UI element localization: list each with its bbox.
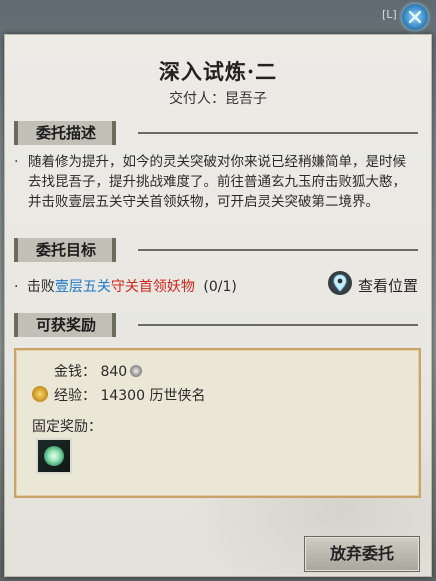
quest-giver: 交付人：昆吾子 xyxy=(169,91,267,107)
quest-title: 深入试炼·二 xyxy=(158,59,278,84)
reward-box: 金钱： 840 经验： 14300 历世侠名 固定奖励： xyxy=(14,348,421,498)
view-location-label: 查看位置 xyxy=(358,277,419,295)
exp-label: 经验： xyxy=(54,388,96,404)
section-description: 委托描述 xyxy=(14,121,418,145)
target-location-link[interactable]: 壹层五关 xyxy=(55,279,111,295)
money-row: 金钱： 840 xyxy=(54,361,143,381)
exp-value: 14300 历世侠名 xyxy=(100,388,206,404)
target-objective: · 击败壹层五关守关首领妖物 (0/1) xyxy=(14,276,237,296)
description-text: 随着修为提升，如今的灵关突破对你来说已经稍嫌简单，是时候去找昆吾子，提升挑战难度… xyxy=(28,154,406,210)
map-pin-icon xyxy=(328,271,352,295)
exp-row: 经验： 14300 历世侠名 xyxy=(54,385,205,405)
experience-icon xyxy=(32,386,48,402)
divider xyxy=(138,249,418,251)
bullet: · xyxy=(14,279,19,295)
divider xyxy=(138,324,418,326)
section-target-title: 委托目标 xyxy=(14,238,117,262)
target-progress: (0/1) xyxy=(203,279,237,295)
section-target: 委托目标 xyxy=(14,238,418,262)
money-label: 金钱： xyxy=(54,364,96,380)
close-icon[interactable] xyxy=(402,4,428,30)
silver-coin-icon xyxy=(130,365,143,377)
hotkey-label: [L] xyxy=(382,8,397,21)
bullet: · xyxy=(14,154,19,170)
fixed-reward-label: 固定奖励： xyxy=(32,419,102,435)
money-value: 840 xyxy=(100,364,128,380)
section-description-title: 委托描述 xyxy=(14,121,117,145)
section-rewards-title: 可获奖励 xyxy=(14,313,117,337)
jade-token-item-icon[interactable] xyxy=(36,438,72,474)
abandon-quest-button[interactable]: 放弃委托 xyxy=(304,536,420,572)
description-text-block: · 随着修为提升，如今的灵关突破对你来说已经稍嫌简单，是时候去找昆吾子，提升挑战… xyxy=(14,152,418,212)
section-rewards: 可获奖励 xyxy=(14,313,418,337)
item-gem xyxy=(44,446,64,466)
divider xyxy=(138,132,418,134)
target-boss-name: 守关首领妖物 xyxy=(110,279,195,295)
target-prefix: 击败 xyxy=(26,279,55,295)
